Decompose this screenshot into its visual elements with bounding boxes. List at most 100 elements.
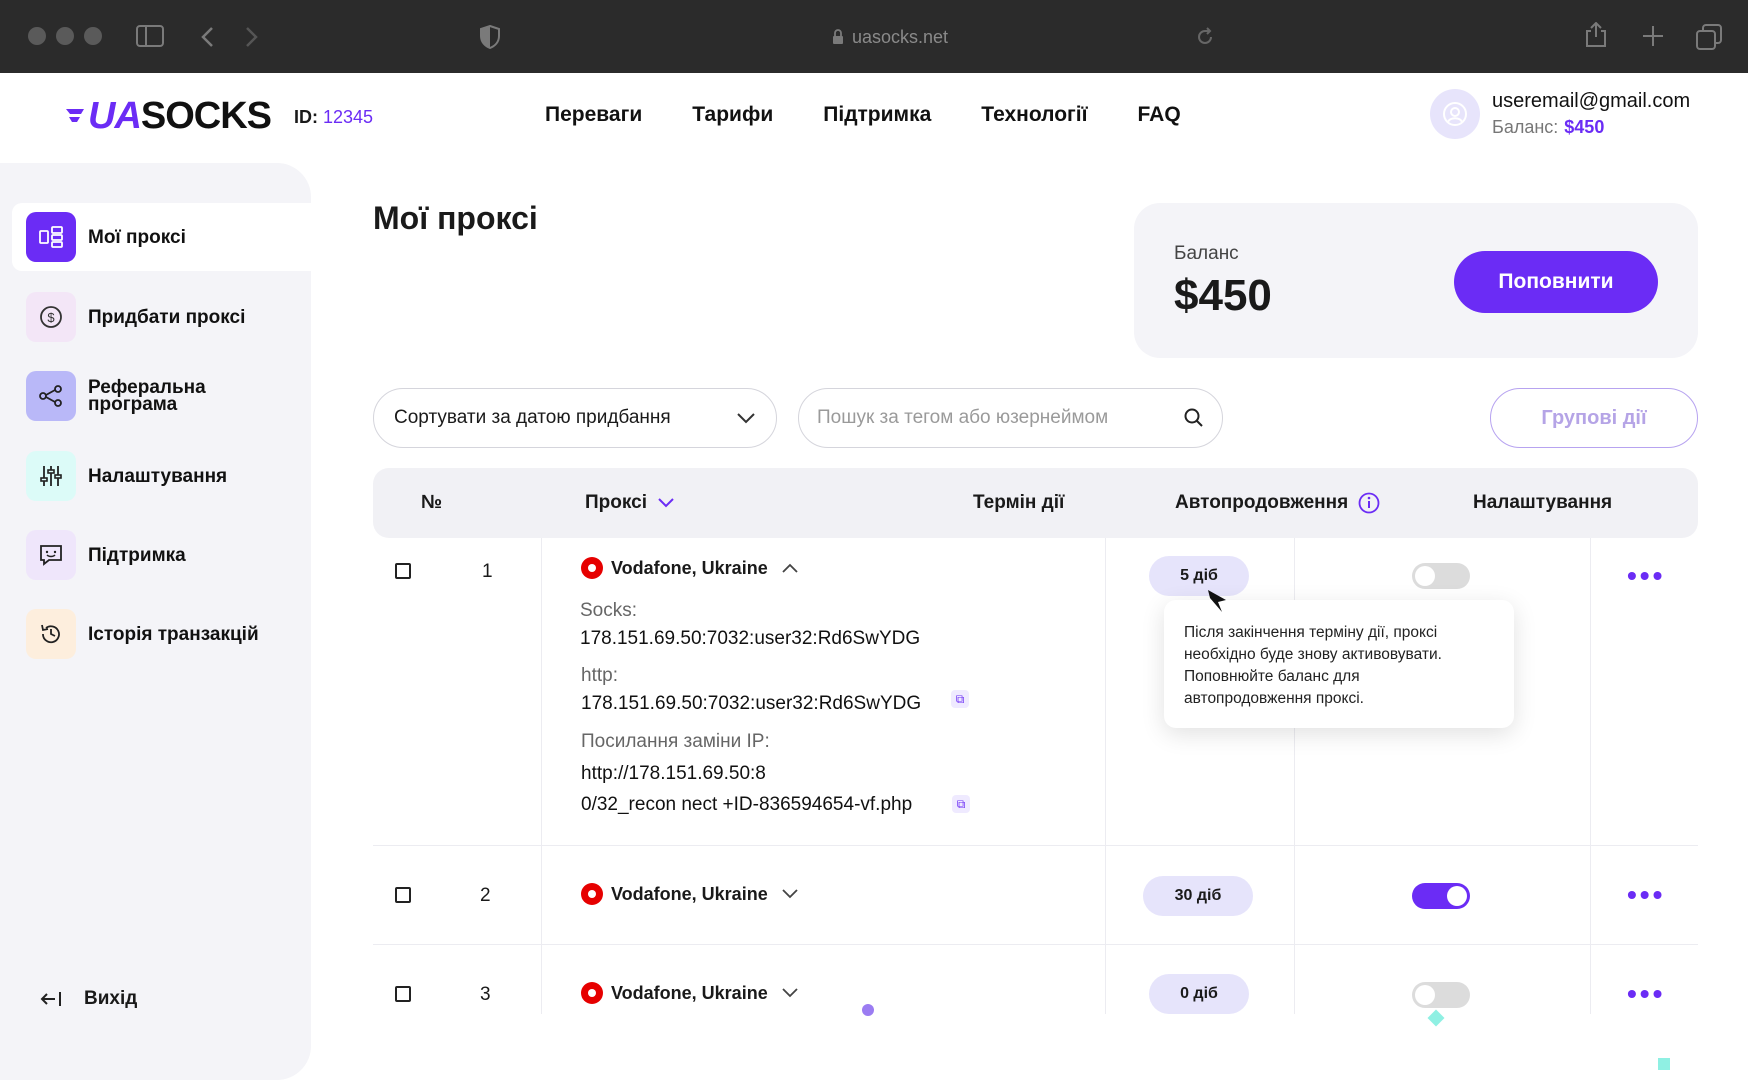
- search-field[interactable]: [798, 388, 1223, 448]
- nav-link-technologies[interactable]: Технології: [981, 103, 1087, 127]
- row-checkbox[interactable]: [395, 986, 411, 1002]
- more-actions-icon[interactable]: •••: [1627, 562, 1665, 590]
- column-header-autorenew: Автопродовження: [1175, 492, 1380, 514]
- nav-link-tariffs[interactable]: Тарифи: [692, 103, 773, 127]
- url-text: uasocks.net: [851, 26, 949, 47]
- user-email: useremail@gmail.com: [1492, 90, 1691, 112]
- logout-button[interactable]: Вихід: [40, 988, 137, 1010]
- user-profile[interactable]: useremail@gmail.com Баланс: $450: [1430, 89, 1690, 139]
- header-balance-value: $450: [1564, 117, 1605, 137]
- search-input[interactable]: [817, 407, 1157, 429]
- column-divider: [1590, 538, 1591, 1014]
- sliders-icon: [26, 451, 76, 501]
- row-checkbox[interactable]: [395, 887, 411, 903]
- balance-card-label: Баланс: [1174, 243, 1239, 264]
- share-page-icon[interactable]: [1585, 22, 1607, 48]
- more-actions-icon[interactable]: •••: [1627, 881, 1665, 909]
- balance-card: Баланс $450 Поповнити: [1134, 203, 1698, 358]
- column-header-proxy[interactable]: Проксі: [585, 492, 675, 514]
- row-provider-label: Vodafone, Ukraine: [611, 982, 768, 1003]
- window-close-dot[interactable]: [28, 27, 46, 45]
- term-badge: 5 діб: [1149, 556, 1249, 596]
- window-minimize-dot[interactable]: [56, 27, 74, 45]
- row-checkbox[interactable]: [395, 563, 411, 579]
- topup-button[interactable]: Поповнити: [1454, 251, 1658, 313]
- http-value: 178.151.69.50:7032:user32:Rd6SwYDG: [581, 693, 922, 714]
- chevron-down-icon[interactable]: [782, 889, 798, 899]
- sort-dropdown[interactable]: Сортувати за датою придбання: [373, 388, 777, 448]
- tabs-overview-icon[interactable]: [1696, 24, 1722, 50]
- lock-icon: [832, 29, 843, 44]
- header-balance-label: Баланс:: [1492, 117, 1559, 137]
- logo[interactable]: UA SOCKS: [66, 95, 272, 138]
- autorenew-toggle[interactable]: [1412, 563, 1470, 589]
- tooltip-line: необхідно буде знову активовувати.: [1184, 646, 1442, 663]
- sidebar-toggle-icon[interactable]: [136, 25, 164, 47]
- sidebar-item-buy-proxies[interactable]: $ Придбати проксі: [12, 283, 311, 351]
- ip-change-label: Посилання заміни IP:: [581, 731, 770, 752]
- autorenew-toggle[interactable]: [1412, 883, 1470, 909]
- logo-socks: SOCKS: [140, 95, 272, 137]
- row-provider[interactable]: Vodafone, Ukraine: [581, 883, 798, 905]
- proxy-icon: [26, 212, 76, 262]
- nav-link-advantages[interactable]: Переваги: [545, 103, 642, 127]
- nav-link-faq[interactable]: FAQ: [1138, 103, 1181, 127]
- share-icon: [26, 371, 76, 421]
- tooltip-line: Після закінчення терміну дії, проксі: [1184, 624, 1438, 641]
- row-provider[interactable]: Vodafone, Ukraine: [581, 982, 798, 1004]
- tooltip-line: автопродовження проксі.: [1184, 690, 1364, 707]
- sidebar-item-settings[interactable]: Налаштування: [12, 442, 311, 510]
- sidebar-item-support[interactable]: Підтримка: [12, 521, 311, 589]
- vodafone-logo-icon: [581, 883, 603, 905]
- copy-icon[interactable]: ⧉: [951, 690, 969, 708]
- socks-value: 178.151.69.50:7032:user32:Rd6SwYDG: [580, 628, 921, 649]
- copy-icon[interactable]: ⧉: [952, 795, 970, 813]
- avatar[interactable]: [1430, 89, 1480, 139]
- window-maximize-dot[interactable]: [84, 27, 102, 45]
- sidebar-item-label: Підтримка: [88, 544, 186, 566]
- ip-change-link-line1[interactable]: http://178.151.69.50:8: [581, 763, 766, 785]
- logo-mark-icon: [66, 108, 84, 122]
- search-icon[interactable]: [1184, 408, 1204, 428]
- site-header: UA SOCKS ID: 12345 Переваги Тарифи Підтри…: [0, 73, 1748, 163]
- sidebar-item-label: Мої проксі: [88, 226, 186, 248]
- decor-diamond: [1427, 1009, 1445, 1027]
- sidebar-item-my-proxies[interactable]: Мої проксі: [12, 203, 311, 271]
- address-bar[interactable]: uasocks.net: [790, 24, 990, 50]
- user-icon: [1443, 102, 1467, 126]
- shield-icon[interactable]: [480, 25, 500, 49]
- autorenew-toggle[interactable]: [1412, 982, 1470, 1008]
- new-tab-icon[interactable]: [1642, 25, 1664, 47]
- sidebar-item-label: Придбати проксі: [88, 306, 246, 328]
- chevron-up-icon[interactable]: [782, 563, 798, 573]
- chevron-down-icon[interactable]: [782, 988, 798, 998]
- user-id-label: ID:: [294, 107, 318, 127]
- info-icon[interactable]: [1358, 492, 1380, 514]
- history-icon: [26, 609, 76, 659]
- logout-icon: [40, 992, 61, 1006]
- svg-text:$: $: [47, 310, 55, 325]
- row-number: 1: [482, 561, 493, 582]
- back-icon[interactable]: [200, 26, 214, 48]
- tooltip-line: Поповнюйте баланс для: [1184, 668, 1360, 685]
- row-provider[interactable]: Vodafone, Ukraine: [581, 557, 798, 579]
- sidebar-item-referral[interactable]: Реферальна програма: [12, 362, 311, 430]
- balance-card-amount: $450: [1174, 271, 1272, 320]
- row-provider-label: Vodafone, Ukraine: [611, 557, 768, 578]
- main-nav: Переваги Тарифи Підтримка Технології FAQ: [545, 103, 1181, 127]
- vodafone-logo-icon: [581, 557, 603, 579]
- row-number: 3: [480, 984, 491, 1005]
- group-actions-button[interactable]: Групові дії: [1490, 388, 1698, 448]
- chat-icon: [26, 530, 76, 580]
- forward-icon[interactable]: [245, 26, 259, 48]
- user-id-value: 12345: [323, 107, 374, 127]
- nav-link-support[interactable]: Підтримка: [823, 103, 931, 127]
- column-header-num: №: [421, 492, 443, 513]
- row-divider: [373, 845, 1698, 846]
- sidebar-item-history[interactable]: Історія транзакцій: [12, 600, 311, 668]
- ip-change-link-line2[interactable]: 0/32_recon nect +ID-836594654-vf.php: [581, 794, 912, 816]
- more-actions-icon[interactable]: •••: [1627, 980, 1665, 1008]
- chevron-down-icon: [658, 498, 674, 508]
- reload-icon[interactable]: [1195, 27, 1215, 47]
- vodafone-logo-icon: [581, 982, 603, 1004]
